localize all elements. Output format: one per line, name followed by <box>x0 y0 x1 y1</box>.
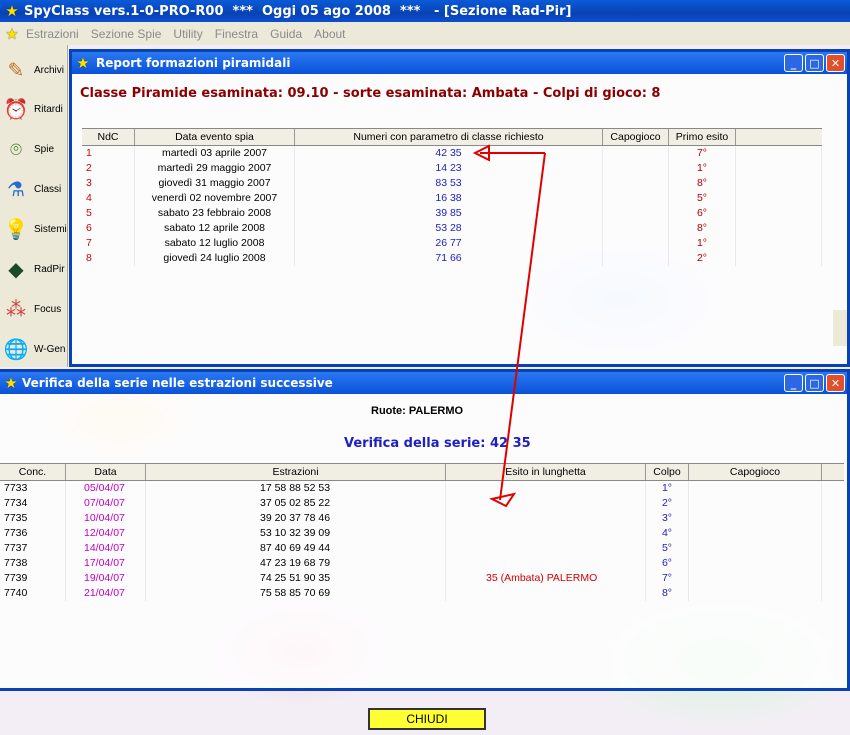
annotation-arrows <box>472 144 546 508</box>
arrow-line <box>499 152 546 501</box>
arrow-head-bottom <box>489 492 517 508</box>
chiudi-button[interactable]: CHIUDI <box>368 708 486 730</box>
